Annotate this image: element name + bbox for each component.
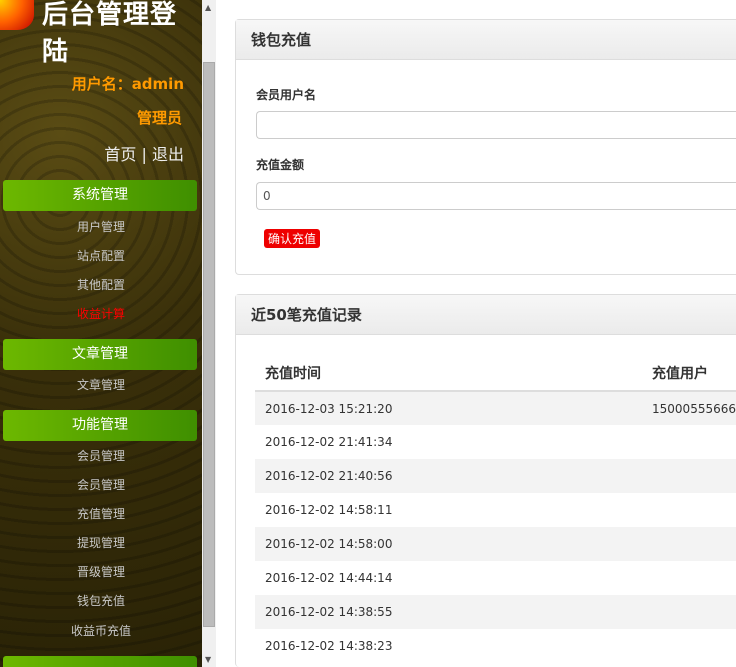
cell-user [642, 527, 736, 561]
sidebar-item-site-config[interactable]: 站点配置 [0, 247, 202, 264]
table-row: 2016-12-02 21:40:56 [255, 459, 736, 493]
cell-user [642, 459, 736, 493]
cell-time: 2016-12-03 15:21:20 [255, 391, 643, 425]
group-article[interactable]: 文章管理 [3, 339, 197, 370]
sidebar-item-user-manage[interactable]: 用户管理 [0, 218, 202, 235]
table-row: 2016-12-02 14:44:14 [255, 561, 736, 595]
sidebar-item-member-manage[interactable]: 会员管理 [0, 447, 202, 464]
cell-time: 2016-12-02 14:38:23 [265, 639, 393, 653]
separator: | [141, 145, 147, 164]
scroll-up-icon[interactable]: ▲ [205, 3, 211, 12]
cell-user: 15000555666 [642, 391, 736, 425]
username-label: 用户名：admin [71, 75, 184, 93]
logout-link[interactable]: 退出 [152, 145, 184, 164]
table-row: 2016-12-02 21:41:34 [255, 425, 736, 459]
group-next[interactable] [3, 656, 197, 667]
header-links: 首页 | 退出 [104, 141, 184, 165]
table-row: 2016-12-03 15:21:20 15000555666 [255, 391, 736, 425]
sidebar: 后台管理登陆 用户名：admin 管理员 首页 | 退出 系统管理 用户管理 站… [0, 0, 202, 667]
cell-time: 2016-12-02 21:41:34 [265, 435, 393, 449]
sidebar-item-wallet-recharge[interactable]: 钱包充值 [0, 592, 202, 609]
panel-title: 钱包充值 [236, 20, 736, 60]
home-link[interactable]: 首页 [104, 145, 136, 164]
cell-user [642, 629, 736, 663]
table-row: 2016-12-02 14:38:23 [255, 629, 736, 663]
table-row: 2016-12-02 14:58:00 [255, 527, 736, 561]
sidebar-item-profit-calc[interactable]: 收益计算 [0, 305, 202, 322]
scroll-down-icon[interactable]: ▼ [205, 655, 211, 664]
username-field-label: 会员用户名 [256, 88, 317, 102]
sidebar-item-member-manage-2[interactable]: 会员管理 [0, 476, 202, 493]
cell-time: 2016-12-02 14:58:11 [265, 503, 393, 517]
username-input[interactable] [256, 111, 736, 139]
sidebar-item-recharge-manage[interactable]: 充值管理 [0, 505, 202, 522]
cell-user [642, 425, 736, 459]
col-time: 充值时间 [255, 355, 643, 392]
group-system[interactable]: 系统管理 [3, 180, 197, 211]
table-row: 2016-12-02 14:58:11 [255, 493, 736, 527]
cell-time: 2016-12-02 14:58:00 [255, 527, 643, 561]
role-label: 管理员 [136, 109, 182, 127]
amount-input[interactable]: 0 [256, 182, 736, 210]
wallet-recharge-panel: 钱包充值 会员用户名 充值金额 0 确认充值 [235, 19, 736, 275]
sidebar-item-profit-coin-recharge[interactable]: 收益币充值 [0, 622, 202, 639]
cell-time: 2016-12-02 21:40:56 [255, 459, 643, 493]
sidebar-item-promotion-manage[interactable]: 晋级管理 [0, 563, 202, 580]
sidebar-item-withdraw-manage[interactable]: 提现管理 [0, 534, 202, 551]
sidebar-item-other-config[interactable]: 其他配置 [0, 276, 202, 293]
group-function[interactable]: 功能管理 [3, 410, 197, 441]
cell-user [642, 561, 736, 595]
records-table: 充值时间 充值用户 2016-12-03 15:21:20 15000555666… [255, 355, 736, 663]
records-panel: 近50笔充值记录 充值时间 充值用户 2016-12-03 15:21:20 15… [235, 294, 736, 667]
col-user: 充值用户 [642, 355, 736, 392]
sidebar-scrollbar[interactable]: ▲ ▼ [202, 0, 216, 667]
cell-user [642, 493, 736, 527]
cell-time: 2016-12-02 14:44:14 [265, 571, 393, 585]
app-title: 后台管理登陆 [42, 0, 178, 67]
cell-user [642, 595, 736, 629]
confirm-recharge-button[interactable]: 确认充值 [264, 229, 321, 248]
scroll-thumb[interactable] [203, 62, 215, 627]
records-title: 近50笔充值记录 [236, 295, 736, 335]
cell-time: 2016-12-02 14:38:55 [255, 595, 643, 629]
amount-field-label: 充值金额 [256, 158, 305, 172]
logo-icon [0, 0, 34, 30]
table-row: 2016-12-02 14:38:55 [255, 595, 736, 629]
sidebar-item-article-manage[interactable]: 文章管理 [0, 376, 202, 393]
